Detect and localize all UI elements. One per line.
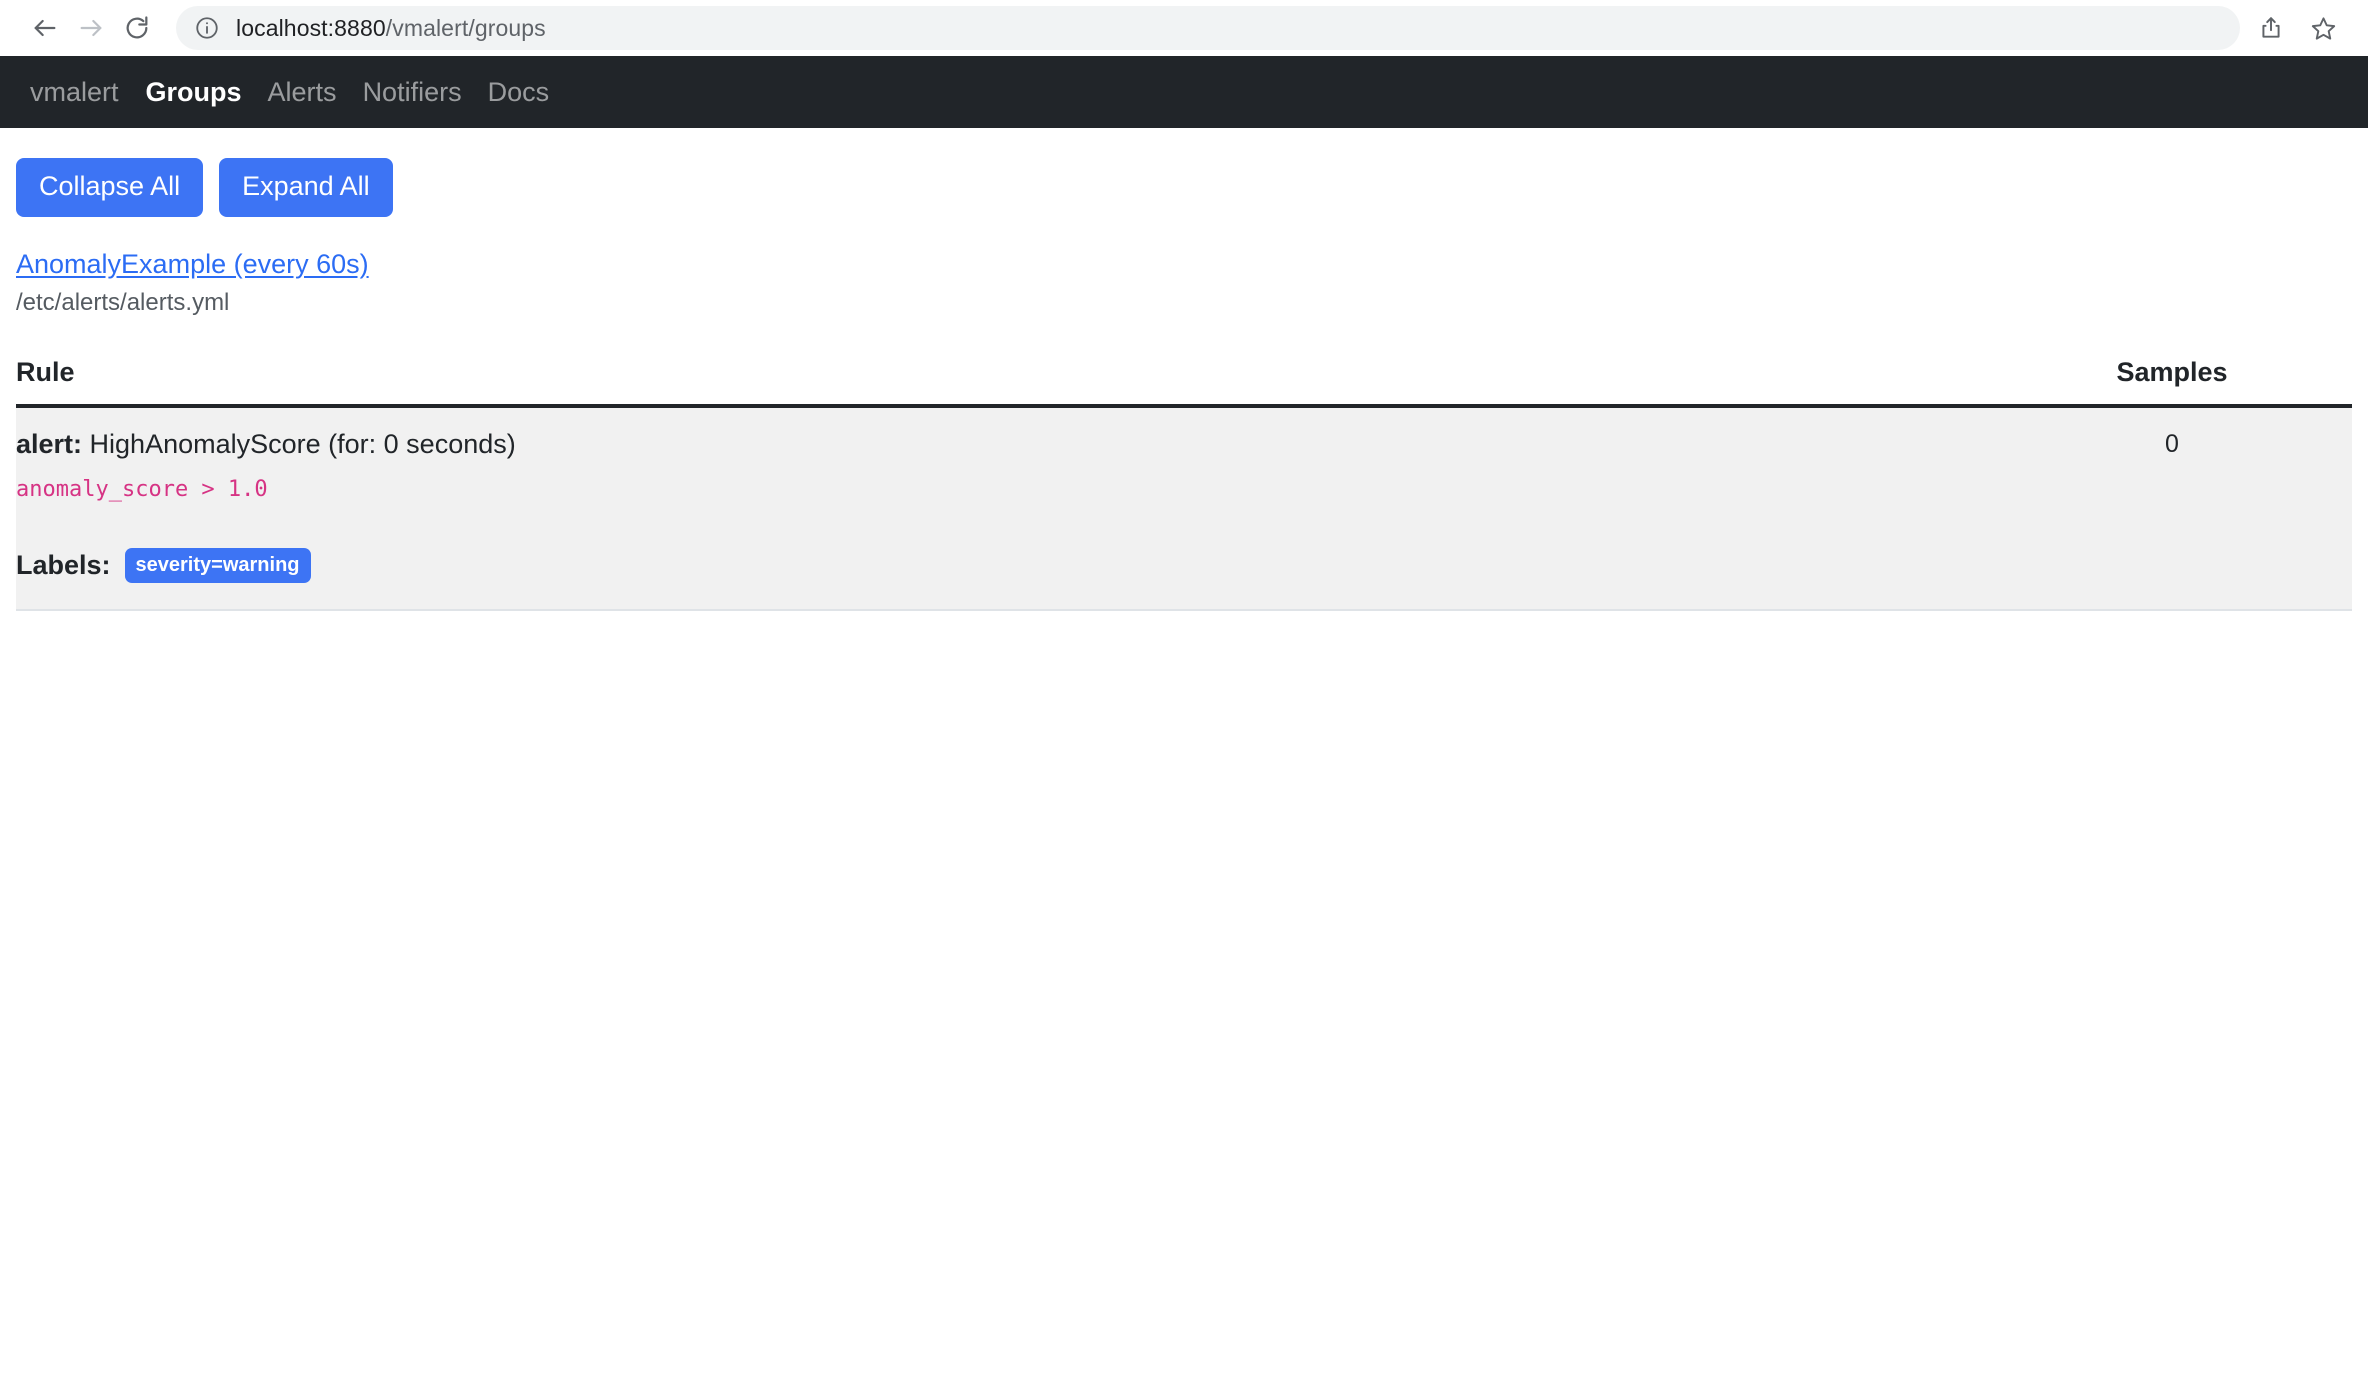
nav-link-notifiers[interactable]: Notifiers (350, 77, 475, 108)
nav-link-docs[interactable]: Docs (475, 77, 563, 108)
rule-name: HighAnomalyScore (for: 0 seconds) (89, 429, 516, 460)
group-header: AnomalyExample (every 60s) /etc/alerts/a… (16, 249, 2352, 317)
bookmark-button[interactable] (2300, 5, 2346, 51)
url-host: localhost:8880 (236, 14, 386, 41)
table-header-row: Rule Samples (16, 357, 2352, 409)
collapse-all-button[interactable]: Collapse All (16, 158, 204, 218)
forward-arrow-icon (77, 14, 105, 42)
expand-all-button[interactable]: Expand All (219, 158, 393, 218)
forward-button (68, 5, 114, 51)
rules-table-body: alert: HighAnomalyScore (for: 0 seconds)… (16, 406, 2352, 612)
url-path: /vmalert/groups (385, 14, 546, 41)
back-button[interactable] (22, 5, 68, 51)
group-file-path: /etc/alerts/alerts.yml (16, 289, 230, 317)
column-header-samples: Samples (1992, 357, 2352, 409)
site-info-icon[interactable] (194, 15, 220, 41)
share-icon (2258, 15, 2284, 41)
back-arrow-icon (31, 14, 59, 42)
browser-actions (2248, 5, 2346, 51)
rule-kind-label: alert: (16, 429, 83, 460)
rule-expression: anomaly_score > 1.0 (16, 477, 268, 503)
page-content: Collapse All Expand All AnomalyExample (… (0, 128, 2368, 612)
rule-cell: alert: HighAnomalyScore (for: 0 seconds)… (16, 406, 1992, 612)
group-controls: Collapse All Expand All (16, 128, 2352, 218)
rules-table-head: Rule Samples (16, 357, 2352, 409)
app-navbar: vmalert Groups Alerts Notifiers Docs (0, 56, 2368, 128)
group-link[interactable]: AnomalyExample (every 60s) (16, 249, 369, 280)
rule-labels-label: Labels: (16, 550, 111, 581)
rules-table: Rule Samples alert: HighAnomalyScore (fo… (16, 357, 2352, 612)
reload-button[interactable] (114, 5, 160, 51)
reload-icon (123, 14, 151, 42)
nav-link-groups[interactable]: Groups (133, 77, 255, 108)
rule-title: alert: HighAnomalyScore (for: 0 seconds) (16, 428, 1992, 460)
label-badge-severity[interactable]: severity=warning (124, 548, 311, 584)
navbar-brand[interactable]: vmalert (16, 77, 133, 108)
share-button[interactable] (2248, 5, 2294, 51)
rule-labels: Labels: severity=warning (16, 548, 1992, 584)
table-row[interactable]: alert: HighAnomalyScore (for: 0 seconds)… (16, 406, 2352, 612)
column-header-rule: Rule (16, 357, 1992, 409)
bookmark-star-icon (2310, 15, 2337, 42)
address-bar[interactable]: localhost:8880/vmalert/groups (176, 6, 2240, 50)
samples-cell: 0 (1992, 406, 2352, 612)
browser-toolbar: localhost:8880/vmalert/groups (0, 0, 2368, 56)
url-text: localhost:8880/vmalert/groups (236, 15, 546, 42)
nav-link-alerts[interactable]: Alerts (255, 77, 350, 108)
